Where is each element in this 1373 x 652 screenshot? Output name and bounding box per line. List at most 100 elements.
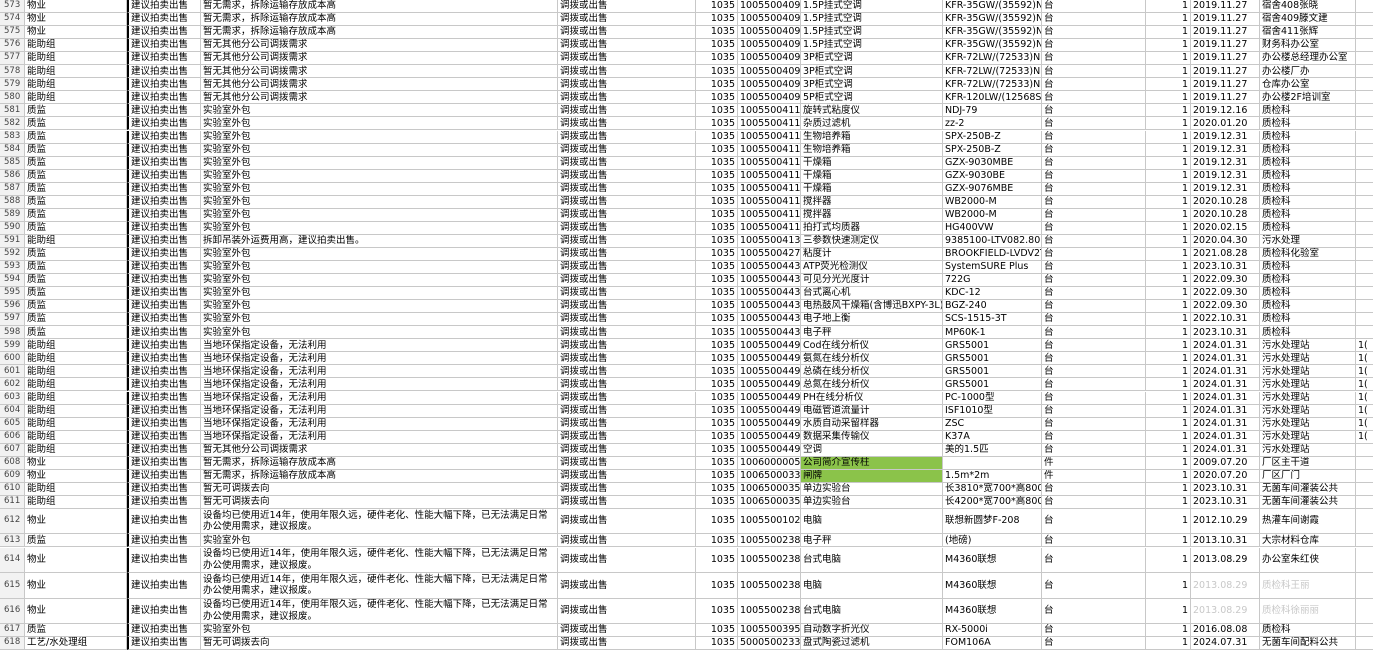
department-cell[interactable]: 物业 [25,508,127,535]
model-cell[interactable]: FOM106A [943,637,1042,651]
row-number-cell[interactable]: 579 [0,78,25,92]
row-number-cell[interactable]: 599 [0,339,25,353]
extra-cell[interactable] [1356,208,1373,222]
department-cell[interactable]: 质监 [25,261,127,275]
row-number-cell[interactable]: 613 [0,534,25,548]
disposal-advice-cell[interactable]: 建议拍卖出售 [127,195,201,209]
asset-name-cell[interactable]: 台式电脑 [801,598,943,624]
location-cell[interactable]: 质检科 [1260,182,1356,196]
disposal-method-cell[interactable]: 调拨或出售 [558,234,696,248]
department-cell[interactable]: 质监 [25,534,127,548]
disposal-method-cell[interactable]: 调拨或出售 [558,573,696,599]
acquire-date-cell[interactable]: 2020.02.15 [1191,221,1260,235]
extra-cell[interactable] [1356,195,1373,209]
asset-number-cell[interactable]: 100550044960 [738,339,801,353]
department-cell[interactable]: 质监 [25,247,127,261]
acquire-date-cell[interactable]: 2024.01.31 [1191,339,1260,353]
quantity-cell[interactable]: 1 [1146,378,1191,392]
acquire-date-cell[interactable]: 2013.10.31 [1191,534,1260,548]
company-code-cell[interactable]: 1035 [696,300,738,314]
row-number-cell[interactable]: 585 [0,156,25,170]
department-cell[interactable]: 物业 [25,26,127,40]
company-code-cell[interactable]: 1035 [696,326,738,340]
quantity-cell[interactable]: 1 [1146,143,1191,157]
quantity-cell[interactable]: 1 [1146,352,1191,366]
unit-cell[interactable]: 台 [1042,352,1146,366]
department-cell[interactable]: 能助组 [25,391,127,405]
asset-number-cell[interactable]: 100550042701 [738,247,801,261]
reason-cell[interactable]: 暂无需求，拆除运输存放成本高 [201,26,558,40]
unit-cell[interactable]: 台 [1042,26,1146,40]
quantity-cell[interactable]: 1 [1146,469,1191,483]
disposal-advice-cell[interactable]: 建议拍卖出售 [127,391,201,405]
asset-name-cell[interactable]: 1.5P挂式空调 [801,26,943,40]
asset-name-cell[interactable]: 台式电脑 [801,547,943,573]
unit-cell[interactable]: 台 [1042,261,1146,275]
disposal-advice-cell[interactable]: 建议拍卖出售 [127,339,201,353]
row-number-cell[interactable]: 605 [0,417,25,431]
asset-number-cell[interactable]: 100550044316 [738,287,801,301]
unit-cell[interactable]: 台 [1042,195,1146,209]
asset-number-cell[interactable]: 100650003362 [738,469,801,483]
row-number-cell[interactable]: 582 [0,117,25,131]
extra-cell[interactable] [1356,443,1373,457]
acquire-date-cell[interactable]: 2019.11.27 [1191,13,1260,27]
quantity-cell[interactable]: 1 [1146,65,1191,79]
reason-cell[interactable]: 当地环保指定设备，无法利用 [201,339,558,353]
unit-cell[interactable]: 台 [1042,598,1146,624]
acquire-date-cell[interactable]: 2020.10.28 [1191,208,1260,222]
asset-number-cell[interactable]: 100550044314 [738,274,801,288]
asset-name-cell[interactable]: 1.5P挂式空调 [801,0,943,14]
company-code-cell[interactable]: 1035 [696,534,738,548]
asset-number-cell[interactable]: 100550041145 [738,208,801,222]
disposal-method-cell[interactable]: 调拨或出售 [558,339,696,353]
location-cell[interactable]: 污水处理站 [1260,352,1356,366]
disposal-advice-cell[interactable]: 建议拍卖出售 [127,469,201,483]
company-code-cell[interactable]: 1035 [696,274,738,288]
model-cell[interactable] [943,456,1042,470]
asset-number-cell[interactable]: 100550044961 [738,352,801,366]
asset-name-cell[interactable]: 生物培养箱 [801,130,943,144]
disposal-method-cell[interactable]: 调拨或出售 [558,287,696,301]
quantity-cell[interactable]: 1 [1146,13,1191,27]
disposal-method-cell[interactable]: 调拨或出售 [558,208,696,222]
unit-cell[interactable]: 台 [1042,143,1146,157]
disposal-method-cell[interactable]: 调拨或出售 [558,352,696,366]
extra-cell[interactable] [1356,52,1373,66]
company-code-cell[interactable]: 1035 [696,352,738,366]
model-cell[interactable]: PC-1000型 [943,391,1042,405]
quantity-cell[interactable]: 1 [1146,417,1191,431]
asset-number-cell[interactable]: 100550039559 [738,624,801,638]
model-cell[interactable]: GRS5001 [943,378,1042,392]
department-cell[interactable]: 能助组 [25,443,127,457]
quantity-cell[interactable]: 1 [1146,247,1191,261]
disposal-advice-cell[interactable]: 建议拍卖出售 [127,234,201,248]
extra-cell[interactable] [1356,456,1373,470]
reason-cell[interactable]: 当地环保指定设备，无法利用 [201,430,558,444]
extra-cell[interactable] [1356,300,1373,314]
asset-name-cell[interactable]: 电热鼓风干燥箱(含博迅BXPY-3L) [801,300,943,314]
reason-cell[interactable]: 暂无可调拨去向 [201,637,558,651]
asset-number-cell[interactable]: 100550044359 [738,326,801,340]
disposal-advice-cell[interactable]: 建议拍卖出售 [127,208,201,222]
reason-cell[interactable]: 当地环保指定设备，无法利用 [201,378,558,392]
reason-cell[interactable]: 暂无其他分公司调拨需求 [201,78,558,92]
asset-name-cell[interactable]: 电磁管道流量计 [801,404,943,418]
unit-cell[interactable]: 台 [1042,39,1146,53]
extra-cell[interactable] [1356,469,1373,483]
disposal-advice-cell[interactable]: 建议拍卖出售 [127,0,201,14]
row-number-cell[interactable]: 601 [0,365,25,379]
disposal-method-cell[interactable]: 调拨或出售 [558,169,696,183]
asset-name-cell[interactable]: 电子秤 [801,534,943,548]
acquire-date-cell[interactable]: 2020.01.20 [1191,117,1260,131]
disposal-method-cell[interactable]: 调拨或出售 [558,130,696,144]
disposal-advice-cell[interactable]: 建议拍卖出售 [127,52,201,66]
model-cell[interactable]: KFR-120LW/(12568S)N [943,91,1042,105]
acquire-date-cell[interactable]: 2020.10.28 [1191,195,1260,209]
row-number-cell[interactable]: 592 [0,247,25,261]
location-cell[interactable]: 污水处理站 [1260,430,1356,444]
location-cell[interactable]: 污水处理站 [1260,365,1356,379]
location-cell[interactable]: 办公楼总经理办公室 [1260,52,1356,66]
unit-cell[interactable]: 台 [1042,78,1146,92]
disposal-advice-cell[interactable]: 建议拍卖出售 [127,39,201,53]
